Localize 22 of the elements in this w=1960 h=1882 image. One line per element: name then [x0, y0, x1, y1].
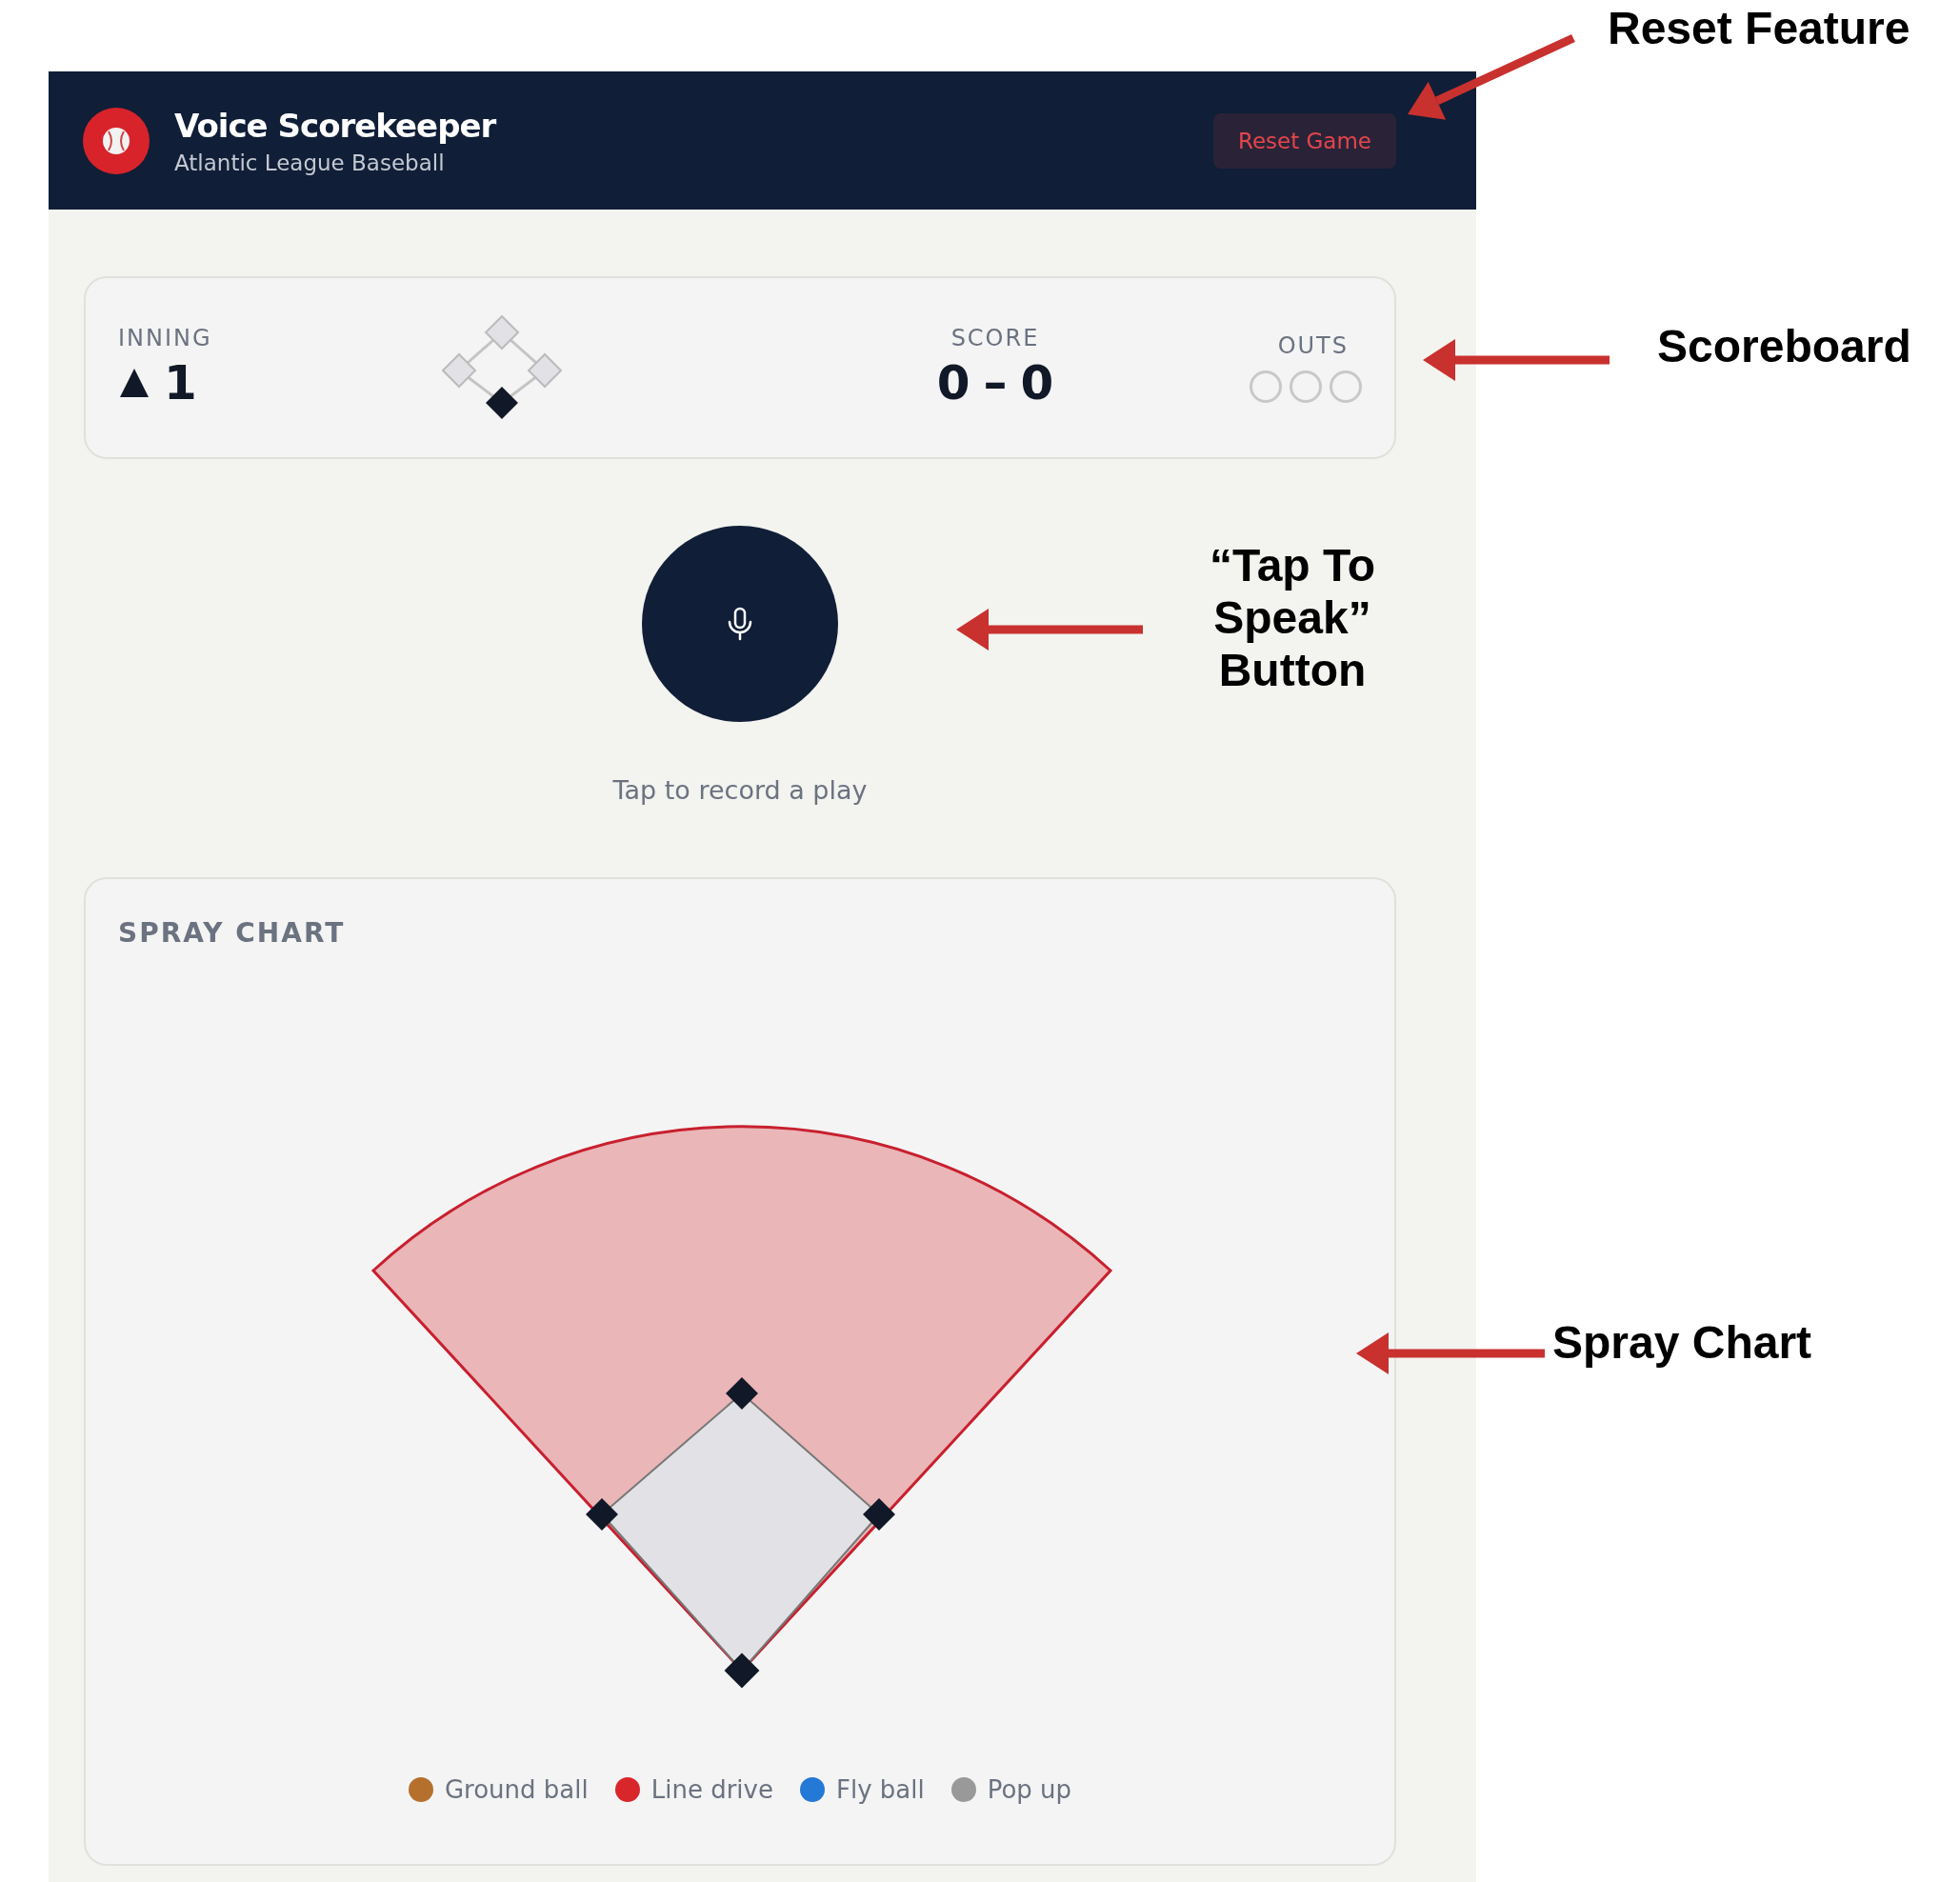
inning-number: 1: [164, 355, 197, 410]
annotation-label: “Tap To Speak” Button: [1208, 539, 1377, 697]
outs-label: OUTS: [1277, 332, 1349, 359]
app-title: Voice Scorekeeper: [174, 106, 498, 145]
inning-label: INNING: [118, 325, 212, 351]
record-caption: Tap to record a play: [612, 775, 868, 805]
home-score: 0: [936, 355, 970, 410]
away-score: 0: [1020, 355, 1054, 410]
app-subtitle: Atlantic League Baseball: [174, 150, 446, 175]
annotation-label: Scoreboard: [1657, 320, 1911, 373]
legend-label: Ground ball: [444, 1775, 589, 1804]
legend-label: Fly ball: [835, 1775, 925, 1804]
score-separator: –: [983, 355, 1008, 410]
microphone-icon: [726, 607, 754, 641]
reset-game-button[interactable]: Reset Game: [1212, 112, 1396, 169]
legend-label: Line drive: [650, 1775, 773, 1804]
baseball-icon: [83, 107, 150, 174]
annotation-label: Reset Feature: [1608, 2, 1910, 55]
legend-label: Pop up: [987, 1775, 1072, 1804]
score-label: SCORE: [950, 325, 1040, 351]
annotation-label: Spray Chart: [1552, 1316, 1812, 1370]
spray-chart-title: SPRAY CHART: [117, 916, 346, 949]
